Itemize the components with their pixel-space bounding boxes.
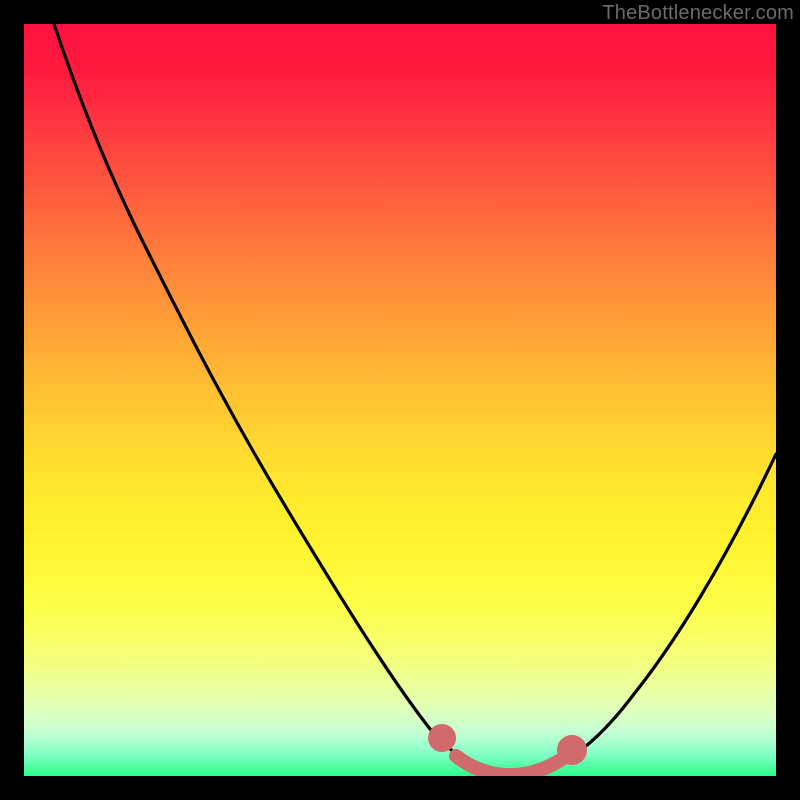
plot-area: [24, 24, 776, 776]
watermark-text: TheBottlenecker.com: [602, 2, 794, 25]
bottleneck-curve-path: [54, 24, 776, 775]
bottleneck-curve: [54, 24, 776, 775]
highlight-end-dot-icon: [564, 742, 580, 758]
bottleneck-curve-chart: [24, 24, 776, 776]
highlight-dot-icon: [435, 731, 449, 745]
chart-stage: TheBottlenecker.com: [0, 0, 800, 800]
highlight-segment-path: [456, 754, 569, 775]
optimal-range-highlight: [435, 731, 580, 775]
